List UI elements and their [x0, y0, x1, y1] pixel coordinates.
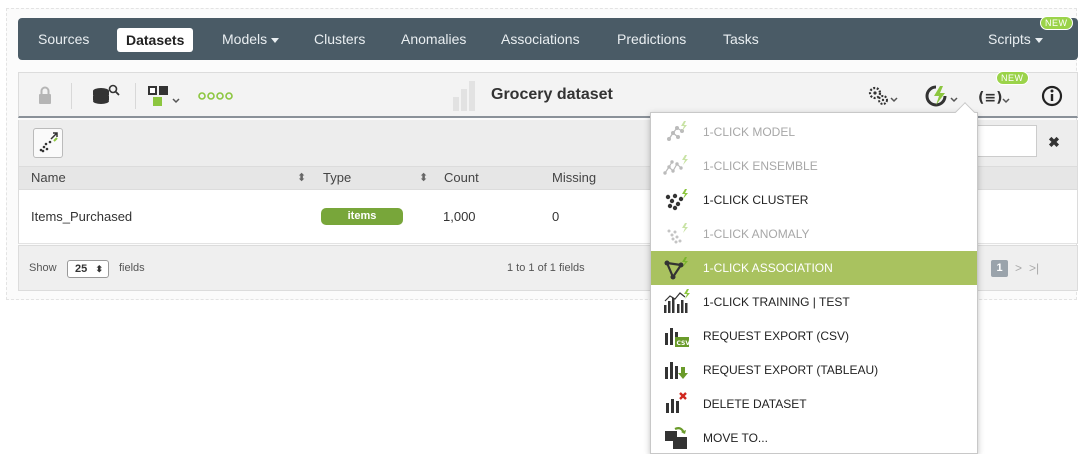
scatterplot-button[interactable] [33, 128, 63, 158]
nav-associations[interactable]: Associations [501, 18, 580, 60]
dataset-filter-icon[interactable] [147, 83, 183, 109]
info-icon[interactable] [1041, 83, 1063, 109]
menu-item-label: REQUEST EXPORT (TABLEAU) [703, 363, 879, 377]
dataset-ghost-chart-icon [453, 81, 477, 111]
nav-models[interactable]: Models [222, 18, 280, 60]
scatterplot-icon [39, 132, 58, 153]
menu-item-1-click-association[interactable]: 1-CLICK ASSOCIATION [651, 251, 977, 285]
next-page-icon[interactable]: > [1015, 261, 1022, 275]
cluster-icon [663, 187, 691, 213]
nav-clusters[interactable]: Clusters [314, 18, 365, 60]
menu-item-request-export-tableau[interactable]: REQUEST EXPORT (TABLEAU) [651, 353, 977, 387]
nav-scripts-label: Scripts [988, 31, 1031, 47]
menu-item-label: 1-CLICK ASSOCIATION [703, 261, 833, 275]
last-page-icon[interactable]: >| [1029, 261, 1039, 275]
menu-item-label: 1-CLICK ENSEMBLE [703, 159, 818, 173]
ensemble-icon [663, 153, 691, 179]
field-missing: 0 [552, 209, 560, 224]
export-csv-icon: CSV [663, 323, 691, 349]
menu-item-delete-dataset[interactable]: DELETE DATASET [651, 387, 977, 421]
column-header-count[interactable]: Count [444, 167, 479, 189]
svg-text:CSV: CSV [677, 340, 691, 347]
column-header-name[interactable]: Name [31, 167, 66, 189]
anomaly-icon [663, 221, 691, 247]
sort-icon[interactable]: ⬍ [297, 167, 306, 189]
gears-icon[interactable] [867, 83, 901, 109]
scripts-new-badge: NEW [1040, 16, 1073, 30]
association-icon [663, 255, 691, 281]
menu-item-label: DELETE DATASET [703, 397, 807, 411]
move-to-icon [663, 425, 691, 451]
menu-item-label: MOVE TO... [703, 431, 768, 445]
field-count: 1,000 [443, 209, 476, 224]
pagination-range: 1 to 1 of 1 fields [507, 262, 585, 274]
delete-dataset-icon [663, 391, 691, 417]
nav-scripts[interactable]: Scripts [988, 18, 1043, 60]
menu-item-label: REQUEST EXPORT (CSV) [703, 329, 850, 343]
menu-item-request-export-csv[interactable]: CSV REQUEST EXPORT (CSV) [651, 319, 977, 353]
column-header-type[interactable]: Type [323, 167, 351, 189]
show-label: Show [29, 262, 57, 274]
nav-tasks[interactable]: Tasks [723, 18, 759, 60]
sort-icon[interactable]: ⬍ [419, 167, 428, 189]
menu-item-label: 1-CLICK CLUSTER [703, 193, 809, 207]
svg-text:(≡): (≡) [978, 90, 1003, 106]
model-icon [663, 119, 691, 145]
export-tableau-icon [663, 357, 691, 383]
nav-predictions[interactable]: Predictions [617, 18, 686, 60]
menu-item-1-click-anomaly[interactable]: 1-CLICK ANOMALY [651, 217, 977, 251]
chevron-down-icon [1034, 37, 1043, 43]
menu-item-1-click-model[interactable]: 1-CLICK MODEL [651, 115, 977, 149]
menu-item-label: 1-CLICK TRAINING | TEST [703, 295, 850, 309]
nav-anomalies[interactable]: Anomalies [401, 18, 466, 60]
nav-sources[interactable]: Sources [38, 18, 89, 60]
one-click-actions-menu: 1-CLICK MODEL 1-CLICK ENSEMBLE 1-CLICK C… [650, 102, 978, 454]
menu-item-1-click-ensemble[interactable]: 1-CLICK ENSEMBLE [651, 149, 977, 183]
toolbar-divider [71, 83, 72, 109]
fields-label: fields [119, 262, 145, 274]
close-icon[interactable]: ✖ [1045, 133, 1063, 151]
menu-item-1-click-training-test[interactable]: 1-CLICK TRAINING | TEST [651, 285, 977, 319]
nav-datasets[interactable]: Datasets [117, 28, 194, 52]
menu-item-1-click-cluster[interactable]: 1-CLICK CLUSTER [651, 183, 977, 217]
field-name: Items_Purchased [31, 209, 133, 224]
menu-item-label: 1-CLICK ANOMALY [703, 227, 810, 241]
page-size-select[interactable]: 25 ⬍ [67, 260, 109, 278]
dataset-search-icon[interactable] [91, 83, 121, 109]
script-actions-new-badge: NEW [996, 71, 1029, 85]
page-size-value: 25 [75, 263, 88, 275]
more-dots-icon[interactable] [197, 83, 241, 109]
field-type-badge: items [321, 208, 403, 225]
menu-item-label: 1-CLICK MODEL [703, 125, 796, 139]
nav-models-label: Models [222, 31, 268, 47]
select-arrows-icon: ⬍ [95, 264, 103, 274]
one-click-actions-icon[interactable] [924, 83, 960, 109]
training-test-icon [663, 289, 691, 315]
column-header-missing[interactable]: Missing [552, 167, 596, 189]
page-title: Grocery dataset [491, 86, 613, 103]
top-navigation: Sources Datasets Models Clusters Anomali… [18, 18, 1078, 60]
script-actions-icon[interactable]: (≡) [977, 83, 1013, 109]
chevron-down-icon [271, 37, 280, 43]
search-input[interactable] [977, 125, 1037, 157]
current-page[interactable]: 1 [991, 260, 1008, 277]
lock-icon[interactable] [37, 83, 53, 109]
toolbar-divider [135, 83, 136, 109]
menu-item-move-to[interactable]: MOVE TO... [651, 421, 977, 454]
